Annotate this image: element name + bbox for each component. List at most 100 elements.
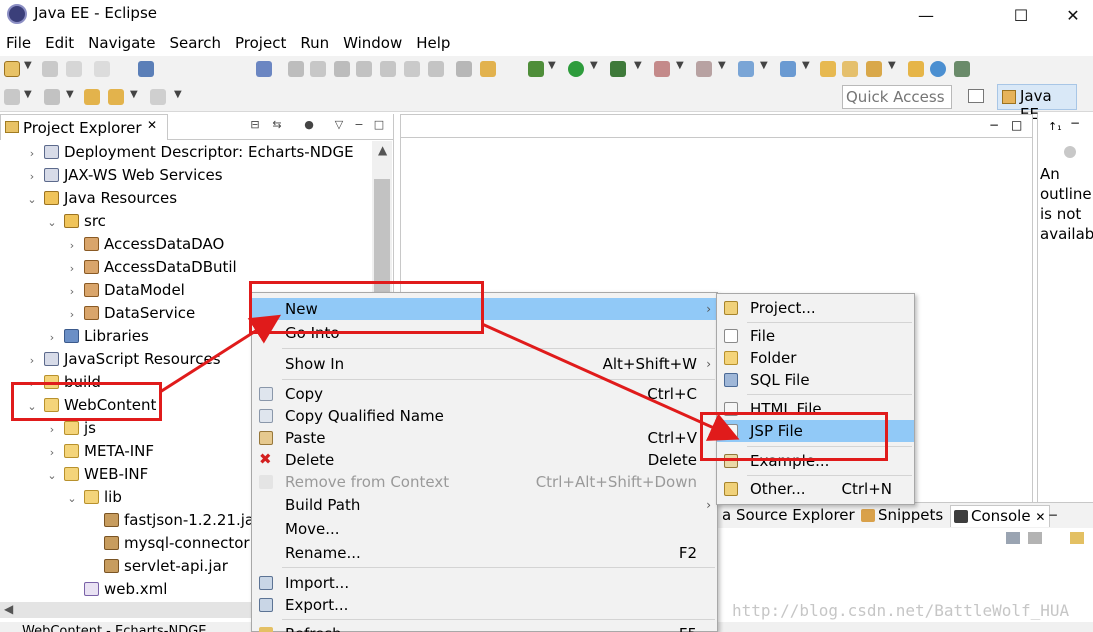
- external-tools-icon[interactable]: [696, 61, 712, 77]
- menu-navigate[interactable]: Navigate: [88, 34, 155, 52]
- save-all-icon[interactable]: [66, 61, 82, 77]
- menu-item-import[interactable]: Import...: [252, 572, 717, 594]
- tree-item[interactable]: ⌄ src: [46, 210, 106, 233]
- terminate-icon[interactable]: [334, 61, 350, 77]
- menu-item-delete[interactable]: ✖ Delete Delete: [252, 449, 717, 471]
- chevron-down-icon[interactable]: ⌄: [26, 188, 38, 211]
- save-icon[interactable]: [42, 61, 58, 77]
- wizard-icon[interactable]: [954, 61, 970, 77]
- view-menu-icon[interactable]: ▽: [332, 118, 346, 132]
- chevron-right-icon[interactable]: ›: [66, 303, 78, 326]
- use-step-filters-icon[interactable]: [456, 61, 472, 77]
- minimize-view-icon[interactable]: −: [352, 118, 366, 132]
- display-console-icon[interactable]: [1006, 532, 1020, 544]
- menu-item-rename[interactable]: Rename... F2: [252, 542, 717, 564]
- menu-file[interactable]: File: [6, 34, 31, 52]
- run-icon[interactable]: [568, 61, 584, 77]
- submenu-item-sql-file[interactable]: SQL File: [717, 369, 914, 391]
- search-tool-icon[interactable]: [866, 61, 882, 77]
- suspend-icon[interactable]: [310, 61, 326, 77]
- chevron-right-icon[interactable]: ›: [46, 418, 58, 441]
- debug-icon[interactable]: [528, 61, 544, 77]
- new-server-icon[interactable]: [738, 61, 754, 77]
- scroll-left-icon[interactable]: ◀: [4, 602, 13, 616]
- submenu-item-file[interactable]: File: [717, 325, 914, 347]
- menu-run[interactable]: Run: [300, 34, 329, 52]
- link-editor-icon[interactable]: ⇆: [270, 118, 284, 132]
- tree-item[interactable]: › JavaScript Resources: [26, 348, 221, 371]
- stop-server-icon[interactable]: [654, 61, 670, 77]
- tab-console[interactable]: Console ✕: [950, 505, 1051, 527]
- maximize-button[interactable]: ☐: [998, 0, 1044, 30]
- pin-console-icon[interactable]: [1028, 532, 1042, 544]
- chevron-down-icon[interactable]: ▼: [760, 60, 768, 71]
- menu-item-remove-from-context[interactable]: Remove from Context Ctrl+Alt+Shift+Down: [252, 471, 717, 493]
- open-perspective-icon[interactable]: [968, 89, 984, 103]
- filters-icon[interactable]: ●: [302, 118, 316, 132]
- resume-icon[interactable]: [288, 61, 304, 77]
- new-class-icon[interactable]: [780, 61, 796, 77]
- menu-item-copy-qualified-name[interactable]: Copy Qualified Name: [252, 405, 717, 427]
- chevron-down-icon[interactable]: ▼: [634, 60, 642, 71]
- step-into-icon[interactable]: [380, 61, 396, 77]
- menu-window[interactable]: Window: [343, 34, 402, 52]
- tree-item[interactable]: › DataService: [66, 302, 195, 325]
- chevron-right-icon[interactable]: ›: [26, 349, 38, 372]
- chevron-right-icon[interactable]: ›: [26, 142, 38, 165]
- menu-item-build-path[interactable]: Build Path ›: [252, 494, 717, 516]
- minimize-view-icon[interactable]: −: [1048, 508, 1058, 522]
- open-folder-icon[interactable]: [908, 61, 924, 77]
- tree-item[interactable]: › Deployment Descriptor: Echarts-NDGE: [26, 141, 354, 164]
- tree-item[interactable]: › Libraries: [46, 325, 149, 348]
- tree-item[interactable]: ⌄ WEB-INF: [46, 463, 148, 486]
- minimize-view-icon[interactable]: −: [1070, 116, 1080, 130]
- menu-item-refresh[interactable]: RefreshF5: [252, 623, 717, 632]
- chevron-down-icon[interactable]: ▼: [24, 89, 32, 100]
- tab-source-explorer[interactable]: a Source Explorer: [718, 505, 859, 527]
- scrollbar-thumb[interactable]: [374, 179, 390, 294]
- print-icon[interactable]: [94, 61, 110, 77]
- close-icon[interactable]: ✕: [1035, 510, 1045, 524]
- chevron-right-icon[interactable]: ›: [46, 441, 58, 464]
- chevron-down-icon[interactable]: ▼: [174, 89, 182, 100]
- menu-item-show-in[interactable]: Show In Alt+Shift+W ›: [252, 353, 717, 375]
- chevron-right-icon[interactable]: ›: [66, 234, 78, 257]
- chevron-right-icon[interactable]: ›: [26, 165, 38, 188]
- open-type-icon[interactable]: [820, 61, 836, 77]
- chevron-down-icon[interactable]: ▼: [66, 89, 74, 100]
- close-button[interactable]: ✕: [1050, 0, 1093, 30]
- menu-edit[interactable]: Edit: [45, 34, 74, 52]
- menu-item-export[interactable]: Export...: [252, 594, 717, 616]
- tree-item[interactable]: › DataModel: [66, 279, 185, 302]
- chevron-down-icon[interactable]: ⌄: [66, 487, 78, 510]
- tree-item[interactable]: › META-INF: [46, 440, 154, 463]
- last-edit-icon[interactable]: [84, 89, 100, 105]
- minimize-view-icon[interactable]: −: [989, 118, 999, 132]
- tree-item[interactable]: fastjson-1.2.21.ja: [86, 509, 254, 532]
- tree-item[interactable]: › JAX-WS Web Services: [26, 164, 223, 187]
- menu-project[interactable]: Project: [235, 34, 286, 52]
- next-annotation-icon[interactable]: [44, 89, 60, 105]
- quick-access-input[interactable]: [842, 85, 952, 109]
- chevron-down-icon[interactable]: ▼: [24, 60, 32, 71]
- disconnect-icon[interactable]: [356, 61, 372, 77]
- new-icon[interactable]: [4, 61, 20, 77]
- terminal-icon[interactable]: [138, 61, 154, 77]
- menu-item-copy[interactable]: Copy Ctrl+C: [252, 383, 717, 405]
- chevron-down-icon[interactable]: ▼: [130, 89, 138, 100]
- outline-tab-icon[interactable]: ↑₁: [1048, 120, 1062, 133]
- tree-item[interactable]: › AccessDataDButil: [66, 256, 237, 279]
- tree-item[interactable]: mysql-connector: [86, 532, 250, 555]
- menu-help[interactable]: Help: [416, 34, 450, 52]
- chevron-down-icon[interactable]: ▼: [676, 60, 684, 71]
- submenu-item-project[interactable]: Project...: [717, 297, 914, 319]
- tree-item[interactable]: › AccessDataDAO: [66, 233, 224, 256]
- chevron-right-icon[interactable]: ›: [66, 257, 78, 280]
- maximize-view-icon[interactable]: □: [372, 118, 386, 132]
- chevron-down-icon[interactable]: ▼: [888, 60, 896, 71]
- tree-item[interactable]: web.xml: [66, 578, 167, 601]
- tree-item[interactable]: ⌄ Java Resources: [26, 187, 177, 210]
- chevron-down-icon[interactable]: ⌄: [46, 464, 58, 487]
- skip-breakpoints-icon[interactable]: [256, 61, 272, 77]
- forward-icon[interactable]: [150, 89, 166, 105]
